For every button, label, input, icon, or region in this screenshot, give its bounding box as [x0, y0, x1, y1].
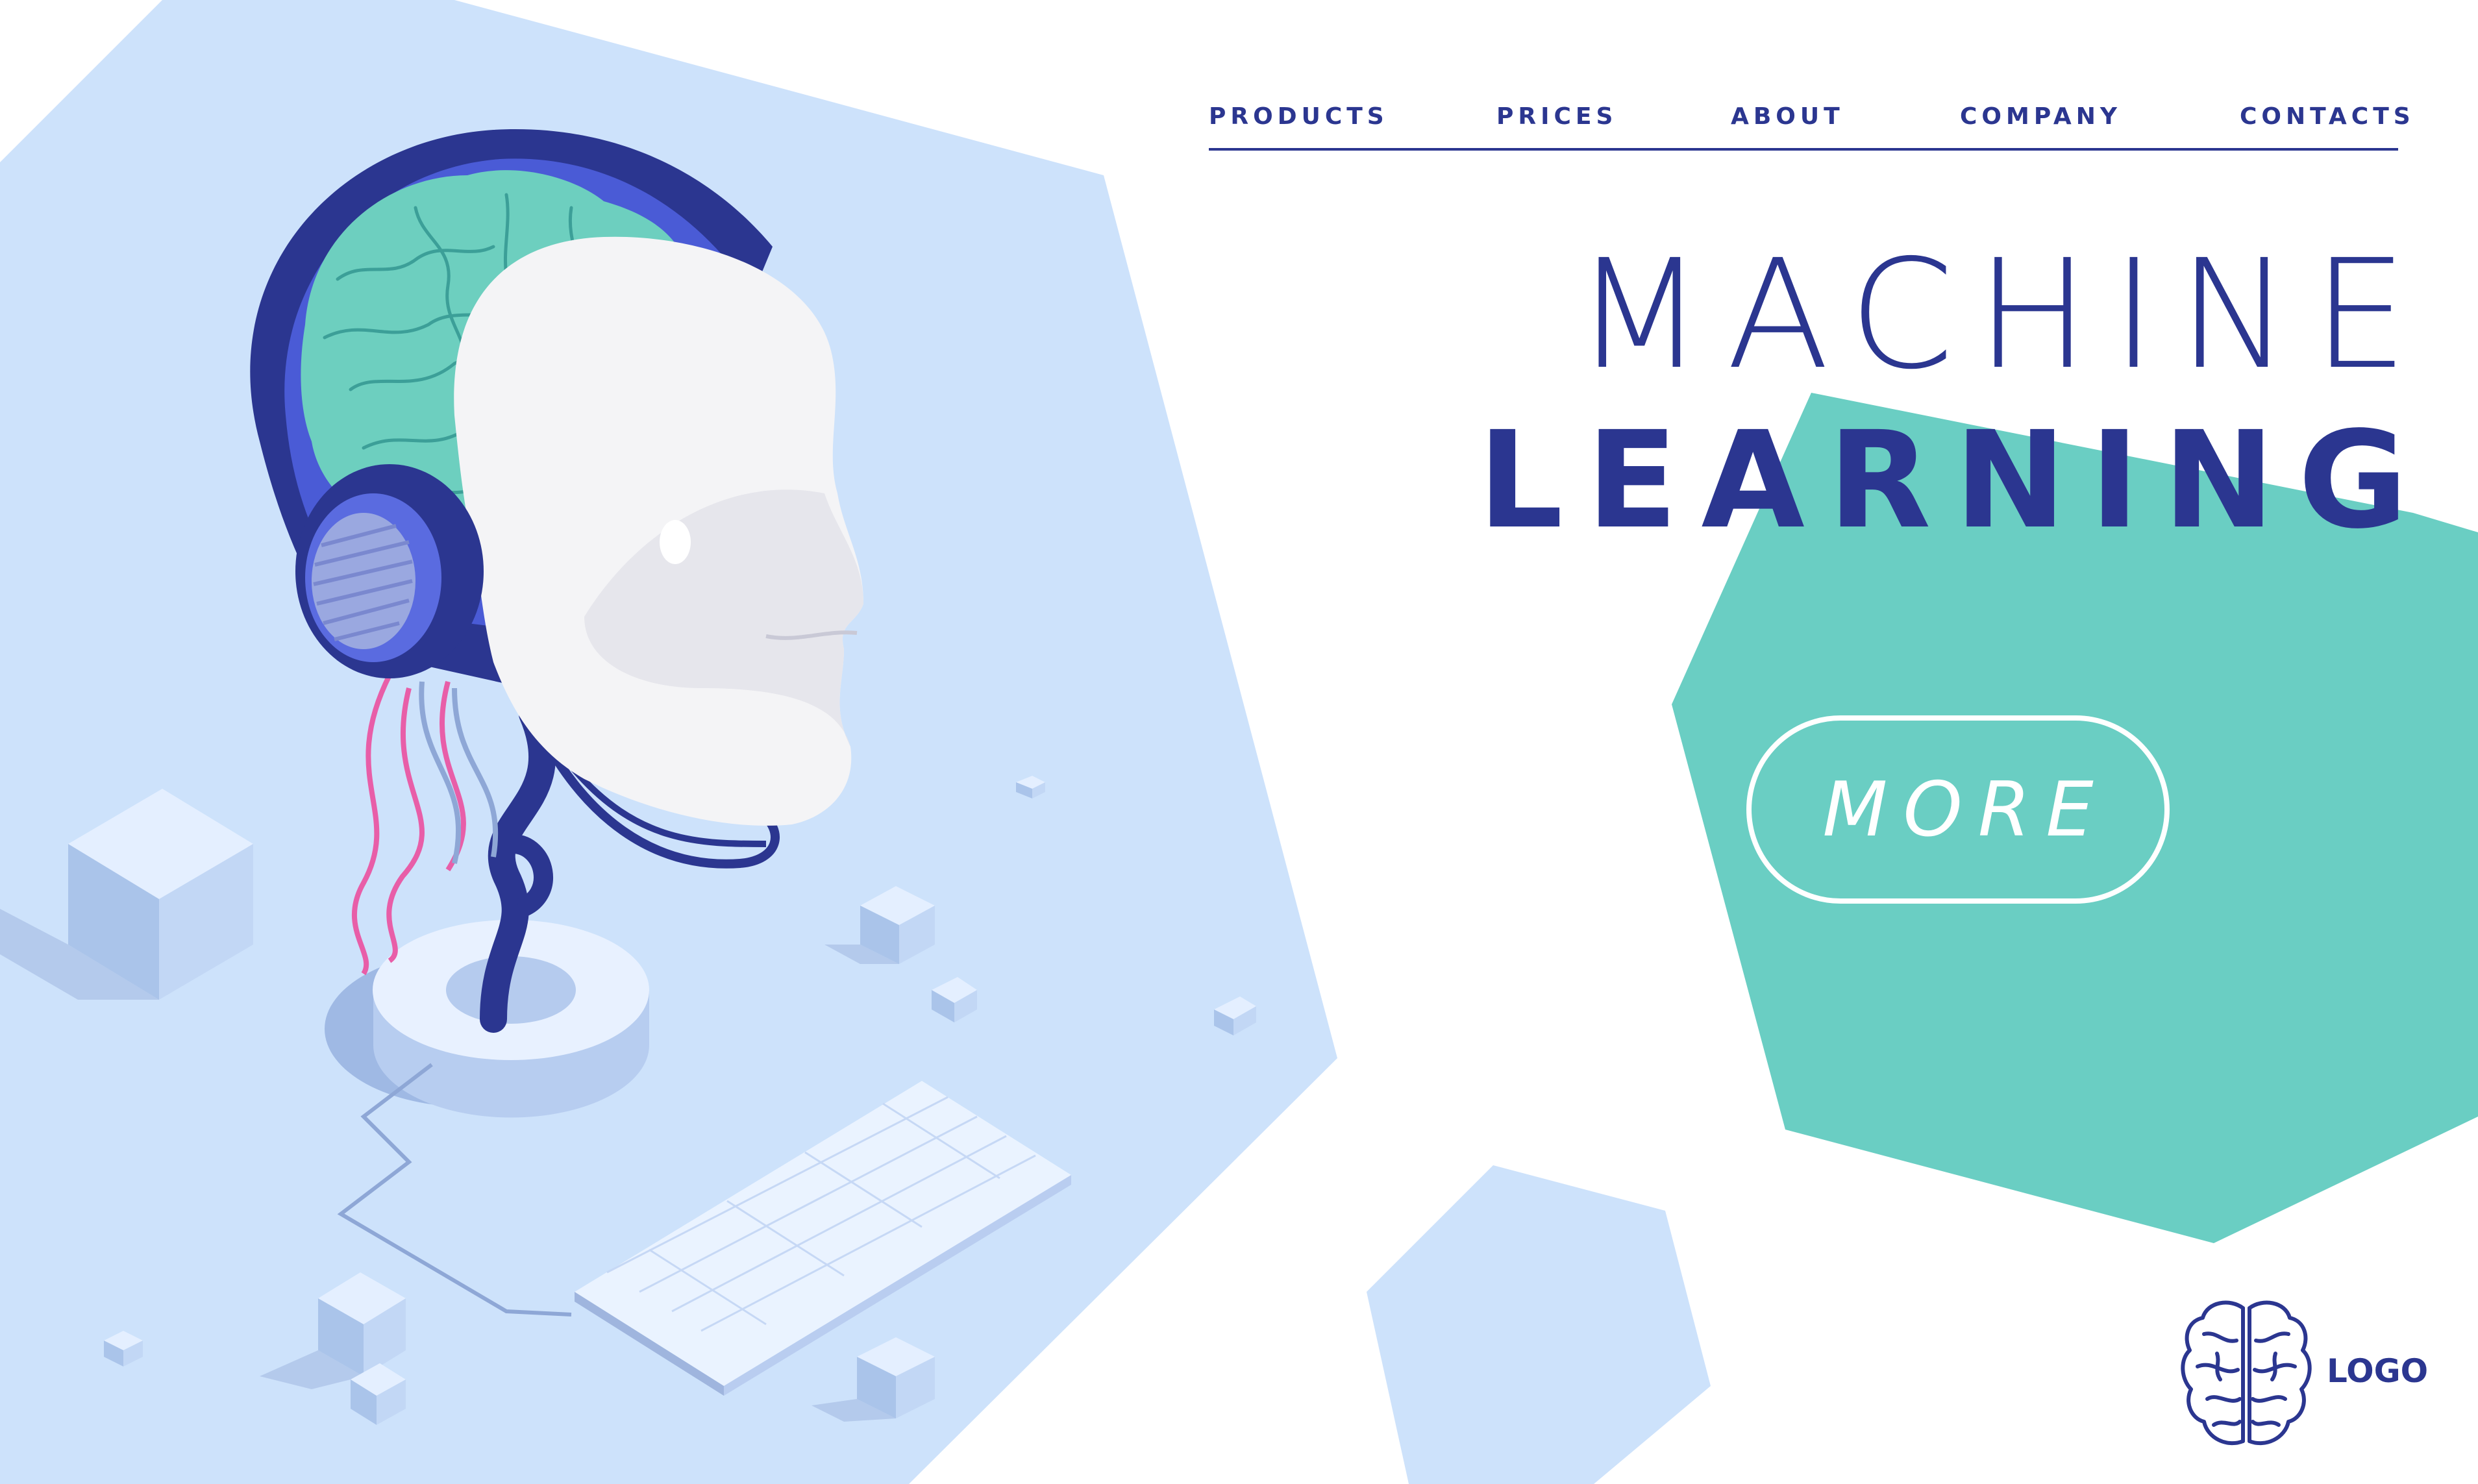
top-navigation: PRODUCTS PRICES ABOUT COMPANY CONTACTS: [1209, 97, 2410, 153]
logo-label[interactable]: LOGO: [2327, 1352, 2428, 1391]
nav-item-about[interactable]: ABOUT: [1731, 97, 1844, 136]
landing-page: PRODUCTS PRICES ABOUT COMPANY CONTACTS M…: [0, 0, 2478, 1484]
more-button-label: MORE: [1822, 765, 2109, 854]
brain-logo-icon[interactable]: [2178, 1295, 2314, 1457]
nav-item-company[interactable]: COMPANY: [1960, 97, 2122, 136]
more-button[interactable]: MORE: [1746, 715, 2170, 904]
nav-item-contacts[interactable]: CONTACTS: [2240, 97, 2415, 136]
hero-title-line2: LEARNING: [1478, 402, 2431, 558]
nav-item-prices[interactable]: PRICES: [1496, 97, 1617, 136]
nav-item-products[interactable]: PRODUCTS: [1209, 97, 1389, 136]
hero-title-line1: MACHINE: [1574, 227, 2430, 402]
nav-underline-divider: [1209, 148, 2398, 151]
robot-eye: [660, 520, 691, 564]
small-blue-hexagon: [1367, 1165, 1711, 1484]
headphone-earcup: [295, 464, 484, 678]
